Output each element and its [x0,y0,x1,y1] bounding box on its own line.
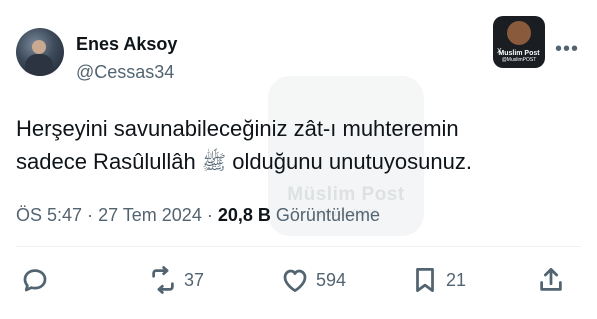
honorific-symbol: ﷺ [201,152,227,174]
tweet-line-1: Herşeyini savunabileceğiniz zât-ı muhter… [16,116,459,141]
share-icon [540,268,562,291]
tweet-date[interactable]: 27 Tem 2024 [98,205,202,225]
like-count: 594 [316,269,347,290]
tweet-line-2-before: sadece Rasûlullâh [16,149,196,174]
tweet-time[interactable]: ÖS 5:47 [16,205,82,225]
tweet-text: Herşeyini savunabileceğiniz zât-ı muhter… [16,112,576,180]
tweet-line-2-after: olduğunu unutuyosunuz. [232,149,472,174]
reply-button[interactable] [20,262,56,298]
views-count: 20,8 B [217,205,271,225]
meta-separator: · [87,205,94,225]
source-badge[interactable]: X Muslim Post @MuslimPOST [493,16,545,68]
retweet-count: 37 [184,269,205,290]
share-button[interactable] [536,262,566,298]
tweet-line-2: sadece Rasûlullâh ﷺ olduğunu unutuyosunu… [16,145,576,180]
retweet-icon [152,266,174,294]
avatar[interactable] [16,28,64,76]
views-label: Görüntüleme [275,205,380,225]
author-handle[interactable]: @Cessas34 [76,62,174,83]
retweet-button[interactable]: 37 [148,262,204,298]
badge-avatar [507,21,531,45]
like-button[interactable]: 594 [280,262,346,298]
tweet-meta: ÖS 5:47 · 27 Tem 2024 · 20,8 B Görüntüle… [16,205,380,226]
badge-handle: @MuslimPOST [501,57,537,63]
watermark-name: Müslim Post [287,184,405,205]
action-bar: 37 594 21 [16,262,571,298]
bookmark-count: 21 [446,269,467,290]
meta-separator: · [206,205,213,225]
divider [16,246,581,247]
like-icon [283,269,307,292]
reply-icon [23,269,47,292]
author-display-name[interactable]: Enes Aksoy [76,34,177,55]
badge-name: Muslim Post [498,50,540,57]
bookmark-button[interactable]: 21 [410,262,466,298]
bookmark-icon [416,268,434,292]
more-options-button[interactable]: ••• [555,38,579,61]
